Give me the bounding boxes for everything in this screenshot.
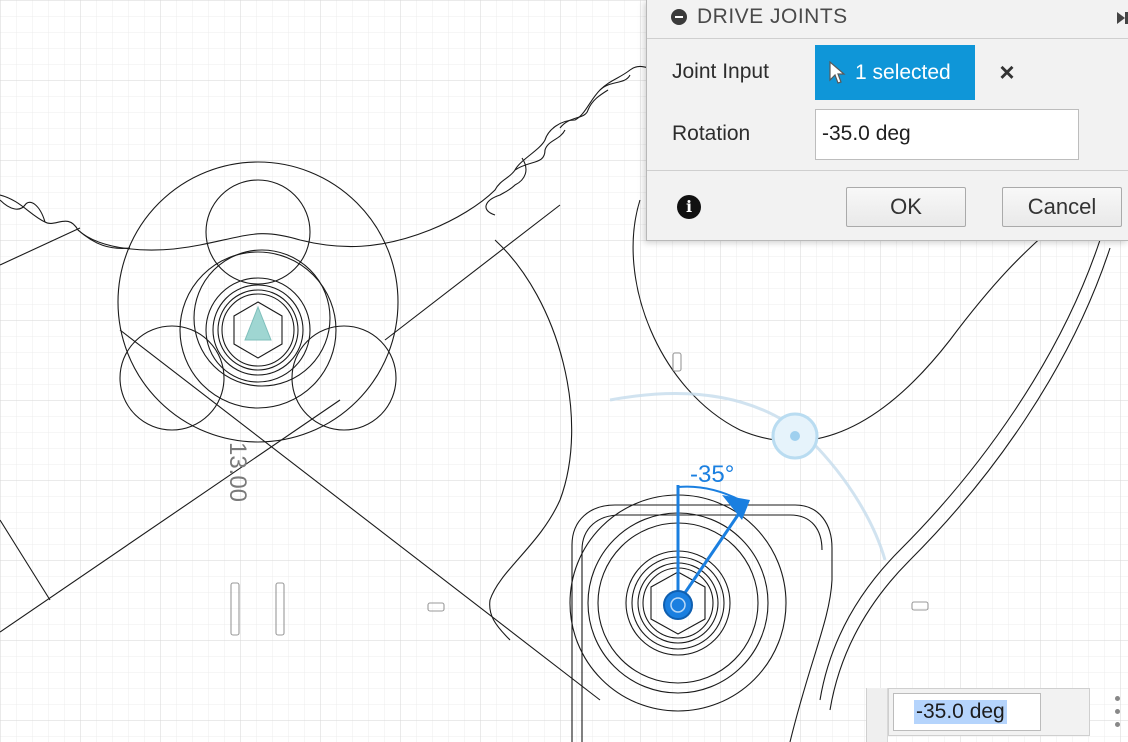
value-input-field[interactable]: -35.0 deg (893, 693, 1041, 731)
ok-button[interactable]: OK (846, 187, 966, 227)
cancel-button[interactable]: Cancel (1002, 187, 1122, 227)
pin-icon[interactable] (1115, 10, 1128, 28)
dialog-footer: i OK Cancel (647, 170, 1128, 241)
drag-handle-dot (790, 431, 800, 441)
value-input-text: -35.0 deg (914, 700, 1007, 724)
rotation-label: Rotation (672, 122, 751, 145)
clear-selection-icon[interactable]: × (995, 58, 1019, 86)
cursor-arrow-icon (829, 60, 846, 84)
value-input-grip[interactable] (866, 688, 888, 742)
dialog-title: DRIVE JOINTS (697, 5, 848, 28)
info-icon[interactable]: i (677, 195, 701, 219)
pivot-handle[interactable] (663, 590, 693, 620)
collapse-icon[interactable] (671, 9, 687, 25)
dimension-label[interactable]: 13.00 (224, 442, 251, 502)
joint-select-button[interactable]: 1 selected (815, 45, 975, 100)
joint-input-label: Joint Input (672, 60, 769, 83)
rotation-input[interactable]: -35.0 deg (815, 109, 1079, 160)
drive-joints-dialog: DRIVE JOINTS Joint Input 1 selected × Ro… (646, 0, 1128, 241)
joint-select-label: 1 selected (855, 60, 951, 84)
more-options-icon[interactable] (1112, 692, 1122, 732)
value-input-panel: -35.0 deg (888, 688, 1090, 736)
dialog-header: DRIVE JOINTS (647, 0, 1128, 39)
angle-label: -35° (690, 461, 734, 488)
